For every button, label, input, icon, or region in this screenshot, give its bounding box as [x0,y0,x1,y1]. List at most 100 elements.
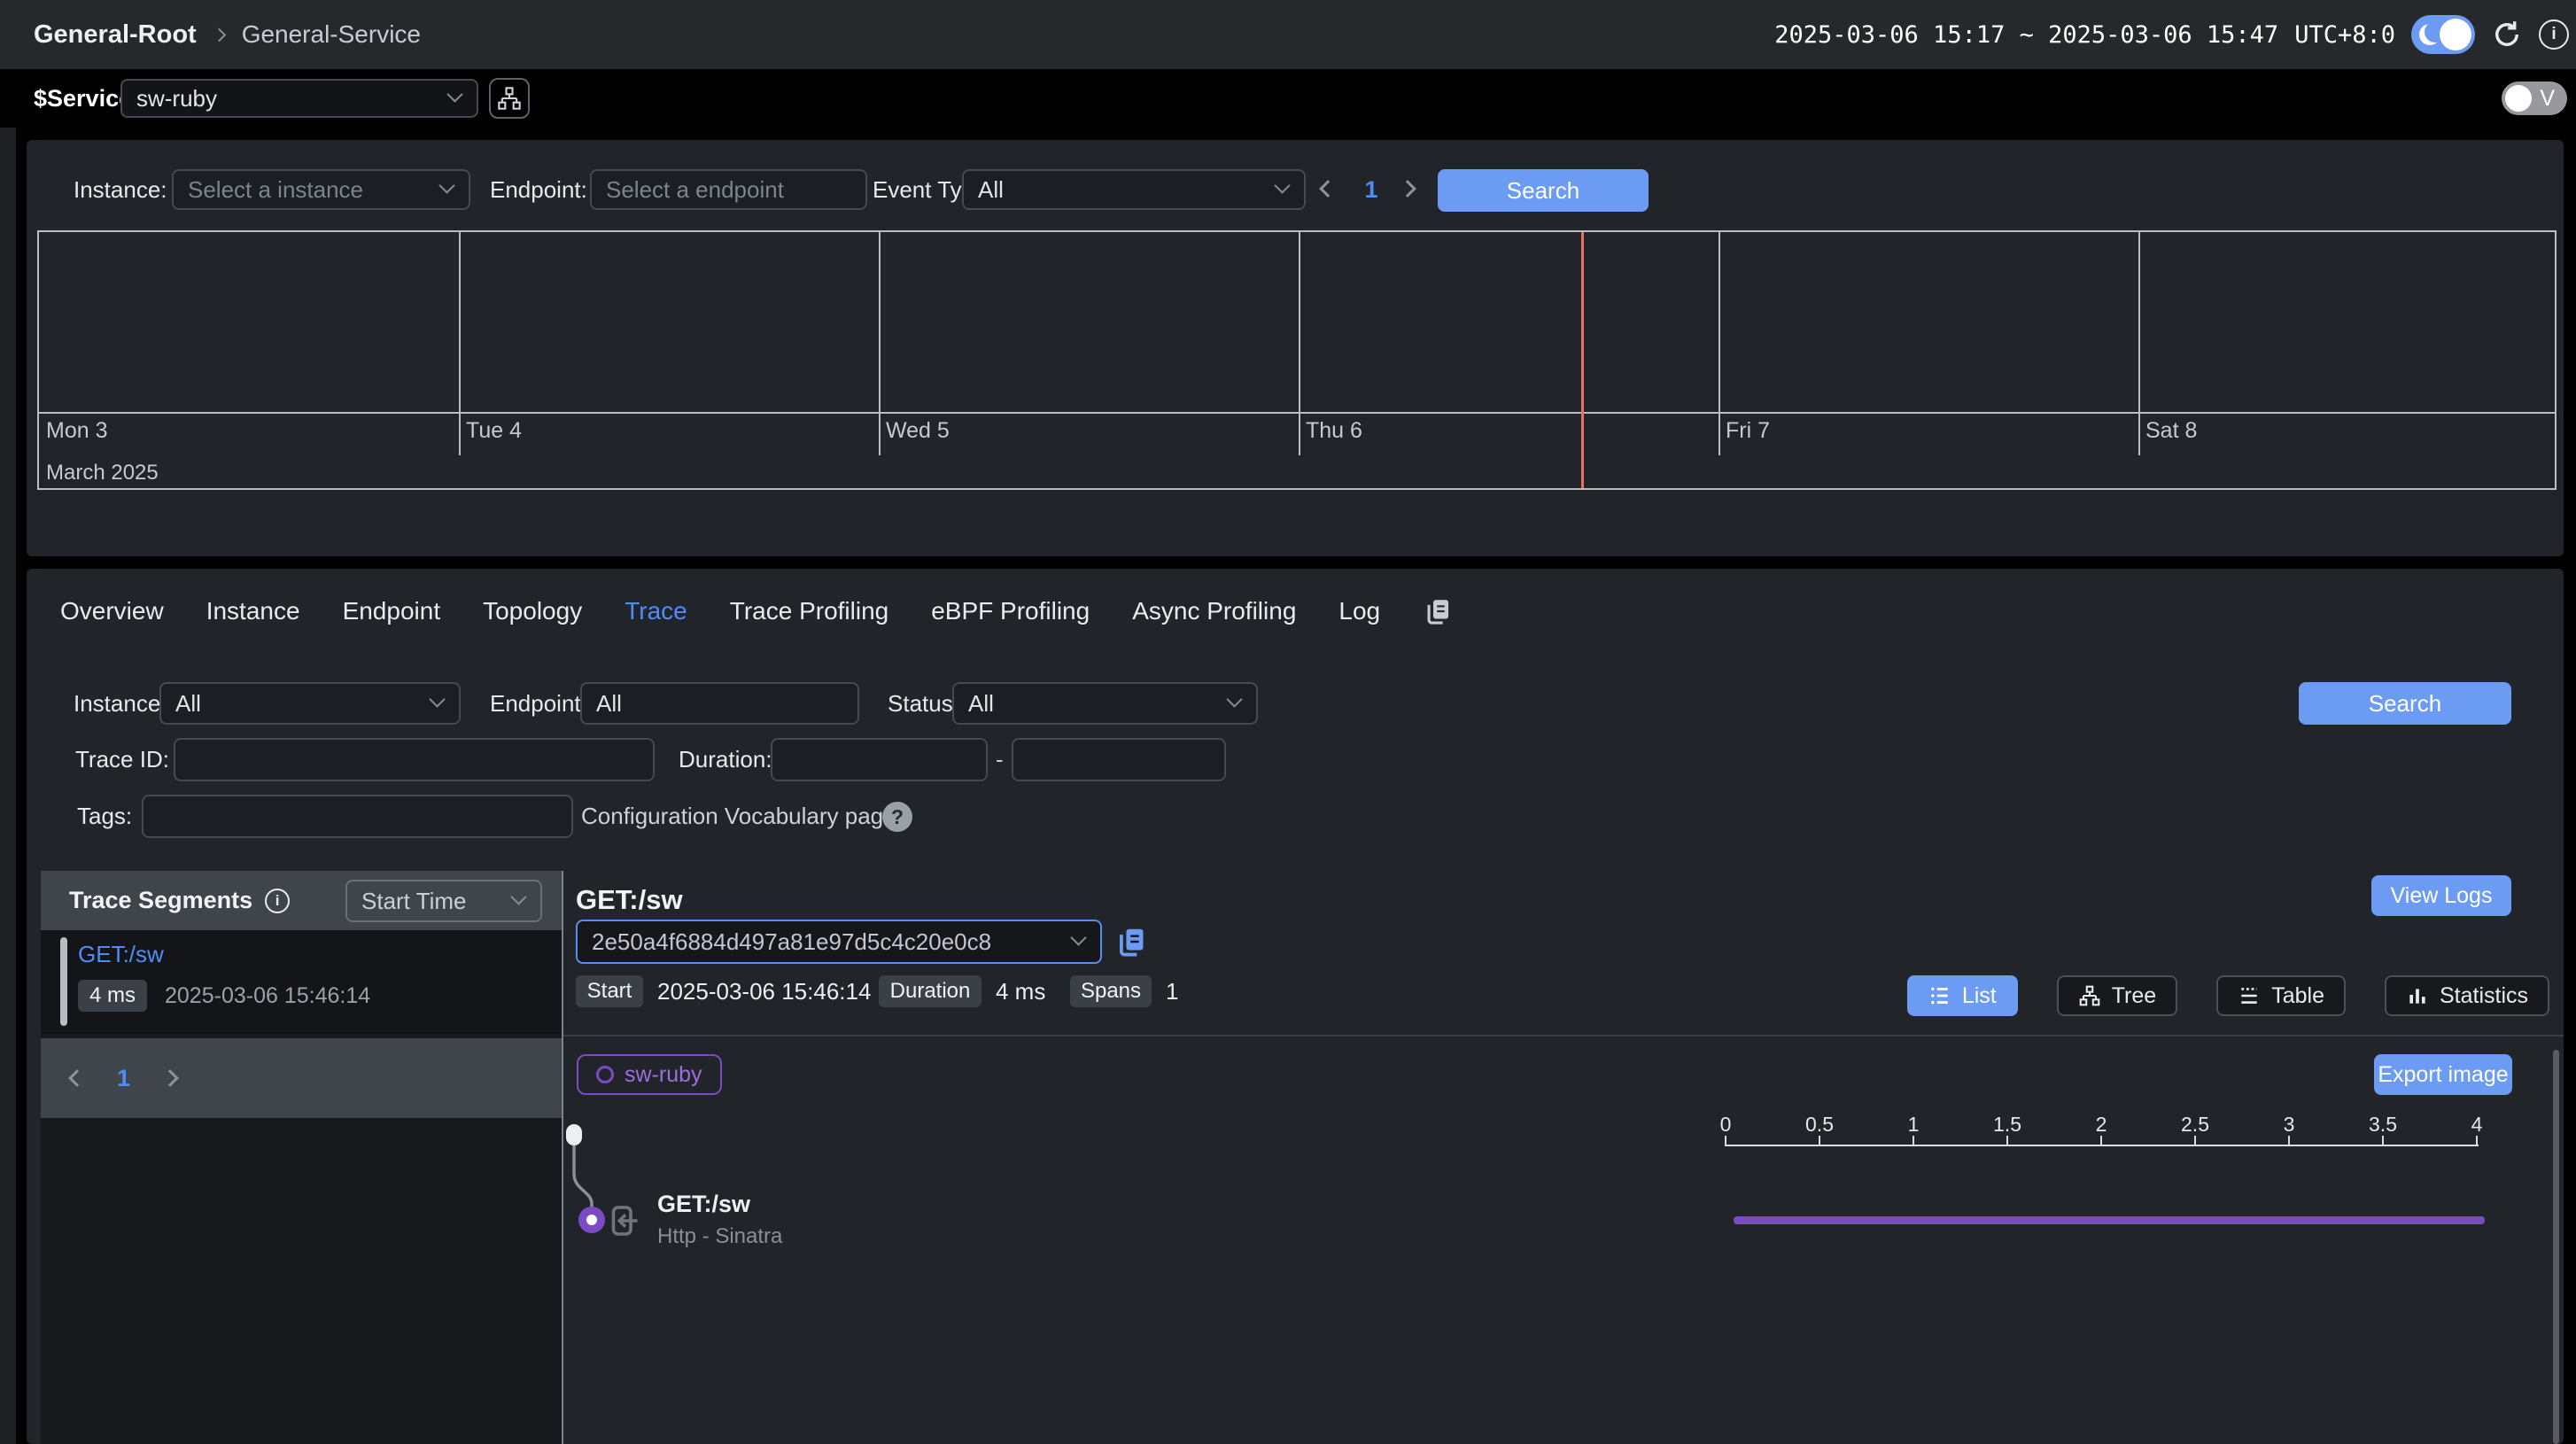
trace-instance-value: All [175,690,201,718]
next-page-icon[interactable] [1399,180,1416,198]
trace-instance-select[interactable]: All [159,682,461,725]
variables-toggle-label: V [2540,82,2555,115]
export-image-button[interactable]: Export image [2374,1054,2512,1095]
events-search-button[interactable]: Search [1438,169,1649,212]
trace-segments-title: Trace Segments [69,887,252,914]
toggle-knob [2440,19,2471,50]
breadcrumb-separator-icon [212,27,226,42]
duration-badge: Duration [879,975,982,1007]
view-list-button[interactable]: List [1907,975,2018,1016]
service-label: $Service [34,69,132,128]
prev-page-icon[interactable] [1319,180,1337,198]
entry-span-icon [609,1203,641,1238]
duration-value: 4 ms [996,975,1045,1007]
view-tree-button[interactable]: Tree [2057,975,2177,1016]
calendar-day[interactable]: Wed 5 [886,418,950,444]
segments-info-icon[interactable]: i [265,889,290,913]
breadcrumb-root[interactable]: General-Root [34,20,197,50]
span-node[interactable] [578,1207,605,1233]
service-dot-icon [596,1066,614,1083]
tab-async-profiling[interactable]: Async Profiling [1132,597,1296,625]
page-number[interactable]: 1 [117,1065,130,1092]
duration-label: Duration: [679,738,772,781]
service-tag-label: sw-ruby [625,1062,702,1088]
tab-overview[interactable]: Overview [60,597,164,625]
calendar-day[interactable]: Sat 8 [2145,418,2197,444]
duration-separator: - [996,738,1004,781]
chevron-down-icon [1070,929,1086,945]
trace-status-select[interactable]: All [952,682,1258,725]
next-page-icon[interactable] [161,1069,179,1087]
trace-segments-panel: Trace Segments i Start Time GET:/sw 4 ms… [41,871,562,1444]
tab-instance[interactable]: Instance [206,597,300,625]
timezone: UTC+8:0 [2294,21,2395,49]
event-type-select[interactable]: All [962,169,1306,210]
tab-endpoint[interactable]: Endpoint [343,597,441,625]
instance-filter-label: Instance: [74,169,167,210]
instance-filter-select[interactable]: Select a instance [172,169,470,210]
sort-select[interactable]: Start Time [345,880,542,922]
start-badge: Start [576,975,643,1007]
list-icon [1928,984,1951,1007]
view-list-label: List [1962,983,1997,1009]
duration-min-input[interactable] [771,738,988,781]
span-duration-bar[interactable] [1734,1216,2485,1224]
top-header: General-Root General-Service 2025-03-06 … [0,0,2576,69]
start-value: 2025-03-06 15:46:14 [657,975,871,1007]
scrollbar-thumb[interactable] [2553,1050,2559,1444]
view-table-button[interactable]: Table [2216,975,2346,1016]
chevron-down-icon [438,177,454,193]
axis-line [1726,1145,2479,1146]
tab-topology[interactable]: Topology [483,597,582,625]
trace-title: GET:/sw [576,884,683,916]
segment-name[interactable]: GET:/sw [78,941,164,968]
service-select[interactable]: sw-ruby [120,79,478,118]
trace-endpoint-input[interactable] [580,682,859,725]
tags-input[interactable] [142,795,573,838]
calendar-day[interactable]: Tue 4 [466,418,522,444]
service-tag[interactable]: sw-ruby [577,1054,722,1095]
prev-page-icon[interactable] [68,1069,86,1087]
day-gridline [2138,232,2140,455]
tab-log[interactable]: Log [1338,597,1380,625]
trace-search-button[interactable]: Search [2299,682,2511,725]
calendar-day[interactable]: Fri 7 [1726,418,1770,444]
vocabulary-link[interactable]: Configuration Vocabulary page [581,795,896,838]
calendar-month-label: March 2025 [46,461,159,485]
endpoint-filter-label: Endpoint: [490,169,587,210]
calendar-day[interactable]: Mon 3 [46,418,107,444]
event-timeline-calendar[interactable]: Mon 3 Tue 4 Wed 5 Thu 6 Fri 7 Sat 8 Marc… [37,230,2557,490]
view-statistics-button[interactable]: Statistics [2385,975,2549,1016]
time-range[interactable]: 2025-03-06 15:17 ~ 2025-03-06 15:47 [1774,21,2278,49]
trace-status-value: All [968,690,994,718]
tab-trace[interactable]: Trace [625,597,687,625]
duration-max-input[interactable] [1012,738,1226,781]
trace-id-input[interactable] [174,738,655,781]
chevron-down-icon [429,691,445,707]
endpoint-filter-input[interactable] [590,169,867,210]
calendar-day[interactable]: Thu 6 [1306,418,1362,444]
info-icon[interactable]: i [2539,19,2569,50]
tree-icon [2078,984,2101,1007]
skywalking-app: General-Root General-Service 2025-03-06 … [0,0,2576,1444]
detail-divider [563,1035,2564,1036]
tab-ebpf-profiling[interactable]: eBPF Profiling [931,597,1090,625]
tab-trace-profiling[interactable]: Trace Profiling [730,597,888,625]
trace-segments-header: Trace Segments i Start Time [41,871,562,930]
topology-button[interactable] [489,78,530,119]
left-gutter [0,69,16,1444]
view-switch: List Tree Table Statistics [1905,975,2549,1016]
copy-tabs-icon[interactable] [1423,596,1453,626]
page-number[interactable]: 1 [1354,169,1389,210]
copy-trace-id-icon[interactable] [1114,925,1148,959]
current-time-marker [1581,232,1584,488]
span-name[interactable]: GET:/sw [657,1191,750,1218]
dark-mode-toggle[interactable] [2411,15,2475,54]
variables-toggle[interactable]: V [2502,82,2567,115]
trace-segment-item[interactable]: GET:/sw 4 ms 2025-03-06 15:46:14 [41,930,562,1034]
trace-id-select[interactable]: 2e50a4f6884d497a81e97d5c4c20e0c8 [576,920,1102,964]
question-icon[interactable]: ? [882,802,912,832]
axis-tick: 1 [1908,1113,1920,1137]
view-logs-button[interactable]: View Logs [2371,875,2511,916]
refresh-icon[interactable] [2491,19,2523,50]
